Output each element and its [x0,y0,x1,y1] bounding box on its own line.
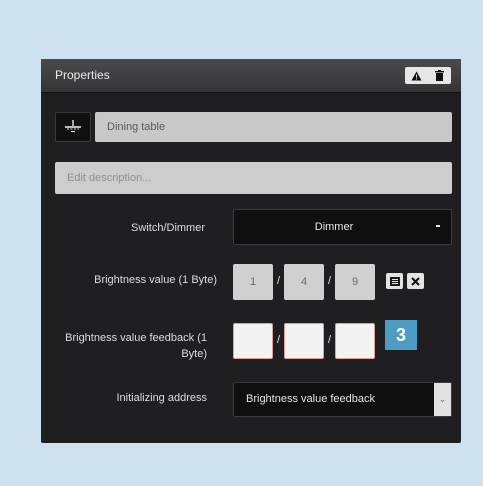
clear-icon[interactable] [407,273,424,289]
brightness-feedback-label: Brightness value feedback (1 Byte) [65,332,207,360]
light-fixture-icon[interactable] [55,112,91,142]
initializing-address-value: Brightness value feedback [246,393,376,405]
properties-panel: Properties Dining table Switch/Dimmer Di… [41,59,461,443]
initializing-address-dropdown[interactable]: Brightness value feedback ⌄ [233,382,452,417]
description-input[interactable] [55,162,452,194]
initializing-address-label: Initializing address [116,392,208,404]
chevron-down-icon[interactable]: ⌄ [434,383,451,416]
address-separator: / [277,334,281,346]
select-address-icon[interactable] [386,273,403,289]
object-name-field[interactable]: Dining table [95,112,452,142]
feedback-address-subgroup[interactable] [335,323,375,359]
chevron-down-icon [436,225,440,227]
trash-icon[interactable] [428,67,451,84]
panel-title-bar: Properties [41,59,461,93]
feedback-address-main-group[interactable] [233,323,273,359]
switch-dimmer-label: Switch/Dimmer [131,222,205,234]
address-subgroup[interactable]: 9 [335,264,375,300]
panel-header-actions [405,67,451,84]
address-separator: / [328,334,332,346]
address-separator: / [277,275,281,287]
brightness-value-label: Brightness value (1 Byte) [94,274,217,286]
address-main-group[interactable]: 1 [233,264,273,300]
address-separator: / [328,275,332,287]
panel-title: Properties [55,68,110,82]
callout-badge: 3 [385,320,417,350]
warning-icon[interactable] [405,67,428,84]
switch-dimmer-dropdown[interactable]: Dimmer [233,209,452,245]
switch-dimmer-value: Dimmer [314,221,354,233]
address-middle-group[interactable]: 4 [284,264,324,300]
feedback-address-middle-group[interactable] [284,323,324,359]
object-name-row: Dining table [55,112,452,142]
